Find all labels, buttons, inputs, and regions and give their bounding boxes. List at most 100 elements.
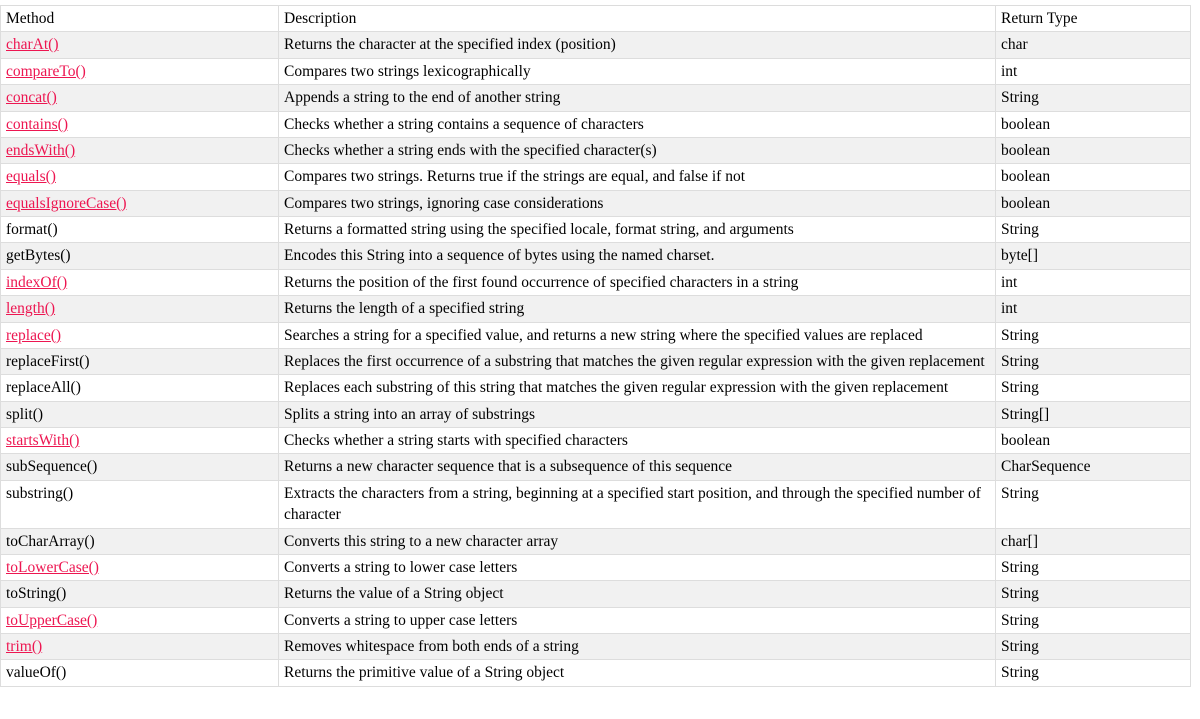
return-type-text: boolean: [1001, 194, 1051, 212]
table-row: contains() Checks whether a string contai…: [0, 110, 1191, 138]
return-type-cell: String: [995, 374, 1191, 402]
table-row: equals() Compares two strings. Returns tr…: [0, 163, 1191, 191]
table-row: replaceAll() Replaces each substring of t…: [0, 374, 1191, 402]
method-link[interactable]: equalsIgnoreCase(): [6, 195, 127, 212]
table-row: concat() Appends a string to the end of a…: [0, 84, 1191, 112]
description-text: Returns the length of a specified string: [284, 300, 525, 318]
return-type-cell: boolean: [995, 110, 1191, 138]
description-cell: Replaces the first occurrence of a subst…: [278, 347, 996, 376]
description-text: Returns the primitive value of a String …: [284, 664, 565, 682]
table-row: toUpperCase() Converts a string to upper …: [0, 606, 1191, 635]
method-link[interactable]: contains(): [6, 116, 68, 133]
description-text: Returns the character at the specified i…: [284, 36, 616, 54]
description-text: Encodes this String into a sequence of b…: [284, 247, 715, 265]
description-text: Returns the value of a String object: [284, 585, 504, 603]
description-cell: Checks whether a string starts with spec…: [278, 426, 996, 455]
method-cell: endsWith(): [0, 136, 279, 165]
return-type-text: String: [1001, 221, 1039, 238]
return-type-text: String[]: [1001, 405, 1050, 423]
method-cell: concat(): [0, 84, 279, 112]
return-type-text: String: [1001, 379, 1039, 397]
methods-table-container: Method Description Return Type charAt() R…: [0, 0, 1200, 687]
method-cell: charAt(): [0, 31, 279, 59]
method-link[interactable]: length(): [6, 300, 55, 317]
return-type-text: boolean: [1001, 432, 1051, 449]
table-header: Method Description Return Type: [0, 4, 1191, 33]
description-text: Checks whether a string starts with spec…: [284, 432, 628, 449]
return-type-cell: String: [995, 606, 1191, 635]
description-text: Converts a string to upper case letters: [284, 611, 518, 629]
method-name: subSequence(): [6, 458, 98, 476]
description-text: Checks whether a string ends with the sp…: [284, 141, 657, 159]
method-name: getBytes(): [6, 247, 71, 265]
method-name: substring(): [6, 484, 74, 502]
column-header-method: Method: [0, 4, 279, 33]
method-cell: trim(): [0, 632, 279, 661]
table-row: endsWith() Checks whether a string ends w…: [0, 136, 1191, 165]
table-row: charAt() Returns the character at the spe…: [0, 31, 1191, 59]
return-type-cell: String: [995, 580, 1191, 608]
method-link[interactable]: compareTo(): [6, 63, 86, 80]
description-text: Appends a string to the end of another s…: [284, 89, 561, 107]
description-text: Searches a string for a specified value,…: [284, 326, 923, 344]
method-cell: compareTo(): [0, 57, 279, 86]
return-type-cell: CharSequence: [995, 453, 1191, 481]
description-cell: Converts a string to upper case letters: [278, 606, 996, 635]
method-link[interactable]: endsWith(): [6, 142, 75, 159]
return-type-text: boolean: [1001, 115, 1051, 133]
return-type-cell: String: [995, 479, 1191, 529]
method-cell: equalsIgnoreCase(): [0, 189, 279, 218]
description-cell: Compares two strings lexicographically: [278, 57, 996, 86]
description-cell: Removes whitespace from both ends of a s…: [278, 632, 996, 661]
description-cell: Converts this string to a new character …: [278, 527, 996, 555]
method-link[interactable]: startsWith(): [6, 432, 79, 449]
return-type-text: String: [1001, 558, 1039, 576]
description-text: Compares two strings lexicographically: [284, 62, 531, 80]
method-cell: equals(): [0, 163, 279, 191]
return-type-cell: boolean: [995, 426, 1191, 455]
method-link[interactable]: indexOf(): [6, 274, 67, 291]
description-text: Replaces the first occurrence of a subst…: [284, 352, 985, 370]
method-cell: replaceFirst(): [0, 347, 279, 376]
method-cell: toString(): [0, 580, 279, 608]
return-type-cell: String: [995, 321, 1191, 349]
description-cell: Splits a string into an array of substri…: [278, 400, 996, 429]
method-link[interactable]: concat(): [6, 89, 57, 106]
description-text: Converts a string to lower case letters: [284, 558, 518, 576]
table-row: toString() Returns the value of a String …: [0, 580, 1191, 608]
description-cell: Returns the character at the specified i…: [278, 31, 996, 59]
description-cell: Compares two strings, ignoring case cons…: [278, 189, 996, 218]
table-row: compareTo() Compares two strings lexicogr…: [0, 57, 1191, 86]
table-row: replaceFirst() Replaces the first occurre…: [0, 347, 1191, 376]
return-type-text: byte[]: [1001, 247, 1039, 265]
java-string-methods-table: Method Description Return Type charAt() R…: [0, 4, 1191, 687]
table-row: toLowerCase() Converts a string to lower …: [0, 553, 1191, 582]
method-link[interactable]: trim(): [6, 638, 42, 655]
return-type-cell: String: [995, 659, 1191, 687]
return-type-cell: int: [995, 295, 1191, 323]
description-cell: Checks whether a string contains a seque…: [278, 110, 996, 138]
description-text: Returns a formatted string using the spe…: [284, 221, 794, 238]
description-text: Returns the position of the first found …: [284, 273, 799, 291]
return-type-text: String: [1001, 352, 1039, 370]
return-type-cell: char[]: [995, 527, 1191, 555]
method-link[interactable]: toUpperCase(): [6, 612, 97, 629]
method-name: split(): [6, 405, 44, 423]
description-cell: Returns the position of the first found …: [278, 268, 996, 297]
table-row: subSequence() Returns a new character seq…: [0, 453, 1191, 481]
description-cell: Returns a new character sequence that is…: [278, 453, 996, 481]
method-link[interactable]: charAt(): [6, 36, 59, 53]
method-link[interactable]: replace(): [6, 327, 61, 344]
method-cell: indexOf(): [0, 268, 279, 297]
column-header-description: Description: [278, 4, 996, 33]
method-link[interactable]: equals(): [6, 168, 56, 185]
method-name: valueOf(): [6, 664, 67, 682]
description-cell: Returns the primitive value of a String …: [278, 659, 996, 687]
return-type-cell: byte[]: [995, 242, 1191, 270]
method-cell: replaceAll(): [0, 374, 279, 402]
method-name: toString(): [6, 585, 67, 603]
return-type-text: String: [1001, 611, 1039, 629]
method-link[interactable]: toLowerCase(): [6, 559, 99, 576]
method-cell: toCharArray(): [0, 527, 279, 555]
description-text: Returns a new character sequence that is…: [284, 458, 733, 476]
